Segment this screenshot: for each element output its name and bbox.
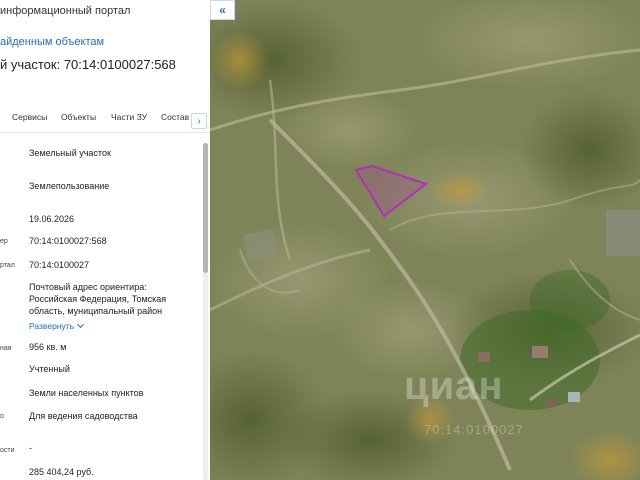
watermark-caption: 70:14:0100027 xyxy=(424,422,524,437)
back-to-results-link[interactable]: айденным объектам xyxy=(0,36,104,48)
object-type-value: Земельный участок xyxy=(29,148,111,158)
address-value: Почтовый адрес ориентира: Российская Фед… xyxy=(29,282,167,316)
info-panel: информационный портал айденным объектам … xyxy=(0,0,210,480)
chevron-down-icon xyxy=(77,320,85,329)
satellite-map[interactable]: циан 70:14:0100027 xyxy=(210,0,640,480)
page-title: й участок: 70:14:0100027:568 xyxy=(0,57,176,72)
chevron-right-icon: › xyxy=(197,116,201,127)
ownership-value: - xyxy=(29,443,32,453)
permitted-use-label: о xyxy=(0,413,4,420)
portal-title: информационный портал xyxy=(0,5,131,17)
cadastral-number-label: ер xyxy=(0,238,8,245)
double-chevron-left-icon: « xyxy=(219,3,226,17)
scrollbar-thumb[interactable] xyxy=(203,143,208,273)
panel-scrollbar[interactable] xyxy=(203,143,208,480)
quarter-label: ртал xyxy=(0,262,15,269)
cadastral-cost-value: 285 404,24 руб. xyxy=(29,467,94,477)
expand-address-link[interactable]: Развернуть xyxy=(29,320,85,331)
tab-objects[interactable]: Объекты xyxy=(61,112,96,122)
quarter-value: 70:14:0100027 xyxy=(29,260,90,270)
area-value: 956 кв. м xyxy=(29,342,67,352)
tab-services[interactable]: Сервисы xyxy=(12,112,47,122)
tab-composition[interactable]: Состав xyxy=(161,112,189,122)
tab-bar: Сервисы Объекты Части ЗУ Состав › xyxy=(0,112,210,130)
divider xyxy=(0,132,210,133)
permitted-use-value: Для ведения садоводства xyxy=(29,411,138,421)
parcel-kind-value: Землепользование xyxy=(29,181,110,191)
watermark-logo: циан xyxy=(404,364,504,408)
area-label: ная xyxy=(0,345,12,352)
land-category-value: Земли населенных пунктов xyxy=(29,388,144,398)
tabs-next-button[interactable]: › xyxy=(191,113,207,129)
collapse-panel-button[interactable]: « xyxy=(210,0,235,20)
ownership-label: ости xyxy=(0,447,15,454)
expand-label: Развернуть xyxy=(29,321,75,331)
date-value: 19.06.2026 xyxy=(29,214,75,224)
status-value: Учтенный xyxy=(29,364,70,374)
tab-parts[interactable]: Части ЗУ xyxy=(111,112,147,122)
cadastral-number-value: 70:14:0100027:568 xyxy=(29,236,107,246)
